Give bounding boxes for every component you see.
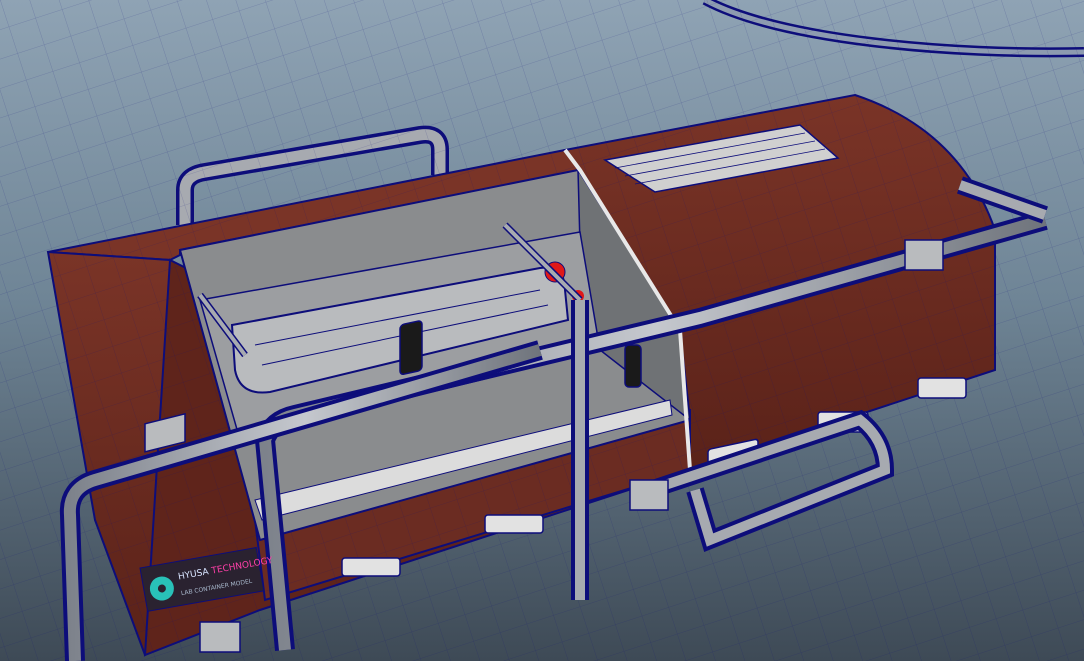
3d-viewport[interactable]: HYUSA TECHNOLOGY LAB CONTAINER MODEL	[0, 0, 1084, 661]
wireframe-scene[interactable]: HYUSA TECHNOLOGY LAB CONTAINER MODEL	[0, 0, 1084, 661]
